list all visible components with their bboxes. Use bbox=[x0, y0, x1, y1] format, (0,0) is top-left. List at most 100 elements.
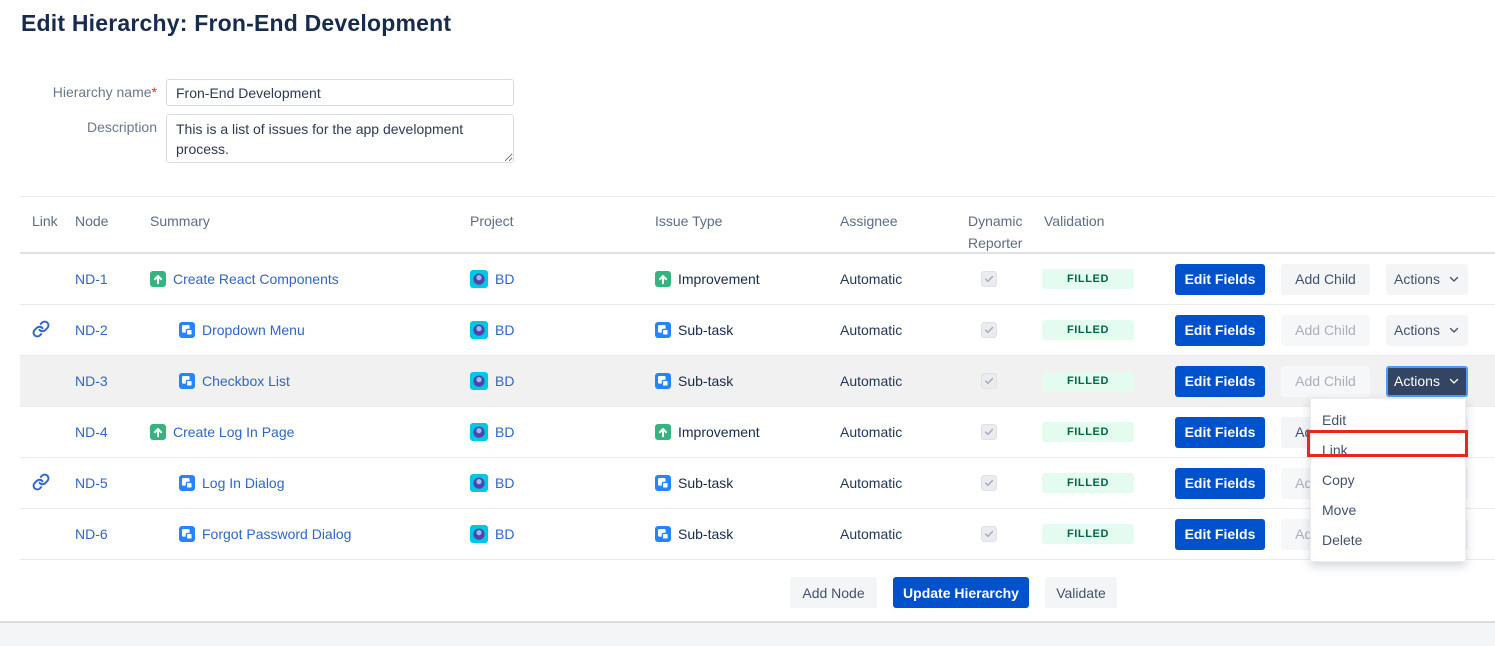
col-node: Node bbox=[65, 197, 140, 232]
issue-type-label: Sub-task bbox=[678, 373, 733, 389]
subtask-icon bbox=[179, 475, 195, 491]
project-avatar bbox=[470, 474, 488, 492]
dynamic-reporter-checkbox[interactable] bbox=[981, 475, 997, 491]
dynamic-reporter-checkbox[interactable] bbox=[981, 322, 997, 338]
actions-button-label: Actions bbox=[1394, 271, 1440, 287]
menu-item-edit[interactable]: Edit bbox=[1311, 405, 1465, 435]
validation-badge: FILLED bbox=[1042, 524, 1134, 544]
required-asterisk: * bbox=[152, 84, 157, 100]
validation-badge: FILLED bbox=[1042, 422, 1134, 442]
actions-button[interactable]: Actions bbox=[1386, 315, 1468, 346]
summary-link[interactable]: Forgot Password Dialog bbox=[202, 526, 351, 542]
edit-hierarchy-page: Edit Hierarchy: Fron-End Development Hie… bbox=[0, 0, 1495, 646]
project-link[interactable]: BD bbox=[495, 424, 514, 440]
menu-item-move[interactable]: Move bbox=[1311, 495, 1465, 525]
actions-dropdown-menu: Edit Link Copy Move Delete bbox=[1310, 398, 1466, 562]
assignee-value: Automatic bbox=[830, 322, 958, 338]
node-link[interactable]: ND-6 bbox=[75, 526, 108, 542]
assignee-value: Automatic bbox=[830, 373, 958, 389]
project-link[interactable]: BD bbox=[495, 373, 514, 389]
table-row: ND-4 Create Log In Page BD Improvement A… bbox=[20, 407, 1495, 458]
project-avatar bbox=[470, 270, 488, 288]
link-icon bbox=[32, 473, 50, 491]
dynamic-reporter-checkbox[interactable] bbox=[981, 271, 997, 287]
link-icon bbox=[32, 320, 50, 338]
assignee-value: Automatic bbox=[830, 424, 958, 440]
validation-badge: FILLED bbox=[1042, 320, 1134, 340]
edit-fields-button[interactable]: Edit Fields bbox=[1175, 519, 1265, 550]
project-link[interactable]: BD bbox=[495, 475, 514, 491]
summary-link[interactable]: Create React Components bbox=[173, 271, 339, 287]
summary-link[interactable]: Create Log In Page bbox=[173, 424, 294, 440]
menu-item-link[interactable]: Link bbox=[1311, 435, 1465, 465]
description-row: Description This is a list of issues for… bbox=[0, 114, 1495, 166]
actions-button-label: Actions bbox=[1394, 373, 1440, 389]
issue-type-label: Improvement bbox=[678, 424, 760, 440]
actions-button-open[interactable]: Actions bbox=[1386, 366, 1468, 397]
check-icon bbox=[983, 477, 995, 489]
summary-link[interactable]: Log In Dialog bbox=[202, 475, 285, 491]
footer-strip bbox=[0, 621, 1495, 646]
node-link[interactable]: ND-4 bbox=[75, 424, 108, 440]
hierarchy-table: Link Node Summary Project Issue Type Ass… bbox=[20, 196, 1495, 560]
add-node-button[interactable]: Add Node bbox=[790, 577, 877, 608]
chevron-down-icon bbox=[1448, 273, 1460, 285]
summary-link[interactable]: Checkbox List bbox=[202, 373, 290, 389]
edit-fields-button[interactable]: Edit Fields bbox=[1175, 264, 1265, 295]
subtask-icon bbox=[179, 322, 195, 338]
menu-item-copy[interactable]: Copy bbox=[1311, 465, 1465, 495]
improvement-icon bbox=[150, 424, 166, 440]
hierarchy-name-input[interactable] bbox=[166, 79, 514, 106]
node-link[interactable]: ND-1 bbox=[75, 271, 108, 287]
hierarchy-name-row: Hierarchy name* bbox=[0, 79, 1495, 106]
node-link[interactable]: ND-5 bbox=[75, 475, 108, 491]
check-icon bbox=[983, 273, 995, 285]
issue-type-label: Sub-task bbox=[678, 526, 733, 542]
hierarchy-name-label-text: Hierarchy name bbox=[53, 84, 152, 100]
summary-link[interactable]: Dropdown Menu bbox=[202, 322, 305, 338]
project-link[interactable]: BD bbox=[495, 322, 514, 338]
menu-item-delete[interactable]: Delete bbox=[1311, 525, 1465, 555]
description-textarea[interactable]: This is a list of issues for the app dev… bbox=[166, 114, 514, 163]
improvement-icon bbox=[655, 271, 671, 287]
edit-fields-button[interactable]: Edit Fields bbox=[1175, 468, 1265, 499]
validate-button[interactable]: Validate bbox=[1045, 577, 1117, 608]
dynamic-reporter-checkbox[interactable] bbox=[981, 424, 997, 440]
node-link[interactable]: ND-2 bbox=[75, 322, 108, 338]
subtask-icon bbox=[655, 475, 671, 491]
project-avatar bbox=[470, 321, 488, 339]
assignee-value: Automatic bbox=[830, 475, 958, 491]
add-child-button[interactable]: Add Child bbox=[1281, 264, 1370, 295]
subtask-icon bbox=[655, 526, 671, 542]
edit-fields-button[interactable]: Edit Fields bbox=[1175, 366, 1265, 397]
add-child-button: Add Child bbox=[1281, 315, 1370, 346]
improvement-icon bbox=[150, 271, 166, 287]
col-link: Link bbox=[20, 197, 65, 232]
update-hierarchy-button[interactable]: Update Hierarchy bbox=[893, 577, 1029, 608]
subtask-icon bbox=[655, 373, 671, 389]
page-title: Edit Hierarchy: Fron-End Development bbox=[21, 10, 1495, 37]
edit-fields-button[interactable]: Edit Fields bbox=[1175, 315, 1265, 346]
subtask-icon bbox=[179, 526, 195, 542]
check-icon bbox=[983, 426, 995, 438]
edit-fields-button[interactable]: Edit Fields bbox=[1175, 417, 1265, 448]
table-header: Link Node Summary Project Issue Type Ass… bbox=[20, 196, 1495, 254]
project-avatar bbox=[470, 423, 488, 441]
dynamic-reporter-checkbox[interactable] bbox=[981, 373, 997, 389]
description-label: Description bbox=[0, 114, 157, 135]
chevron-down-icon bbox=[1448, 375, 1460, 387]
subtask-icon bbox=[655, 322, 671, 338]
add-child-button: Add Child bbox=[1281, 366, 1370, 397]
project-link[interactable]: BD bbox=[495, 526, 514, 542]
table-row-selected: ND-3 Checkbox List BD Sub-task Automatic… bbox=[20, 356, 1495, 407]
node-link[interactable]: ND-3 bbox=[75, 373, 108, 389]
table-row: ND-2 Dropdown Menu BD Sub-task Automatic… bbox=[20, 305, 1495, 356]
col-validation: Validation bbox=[1034, 197, 1155, 232]
dynamic-reporter-checkbox[interactable] bbox=[981, 526, 997, 542]
validation-badge: FILLED bbox=[1042, 473, 1134, 493]
check-icon bbox=[983, 375, 995, 387]
table-row: ND-5 Log In Dialog BD Sub-task Automatic… bbox=[20, 458, 1495, 509]
project-link[interactable]: BD bbox=[495, 271, 514, 287]
actions-button[interactable]: Actions bbox=[1386, 264, 1468, 295]
check-icon bbox=[983, 324, 995, 336]
